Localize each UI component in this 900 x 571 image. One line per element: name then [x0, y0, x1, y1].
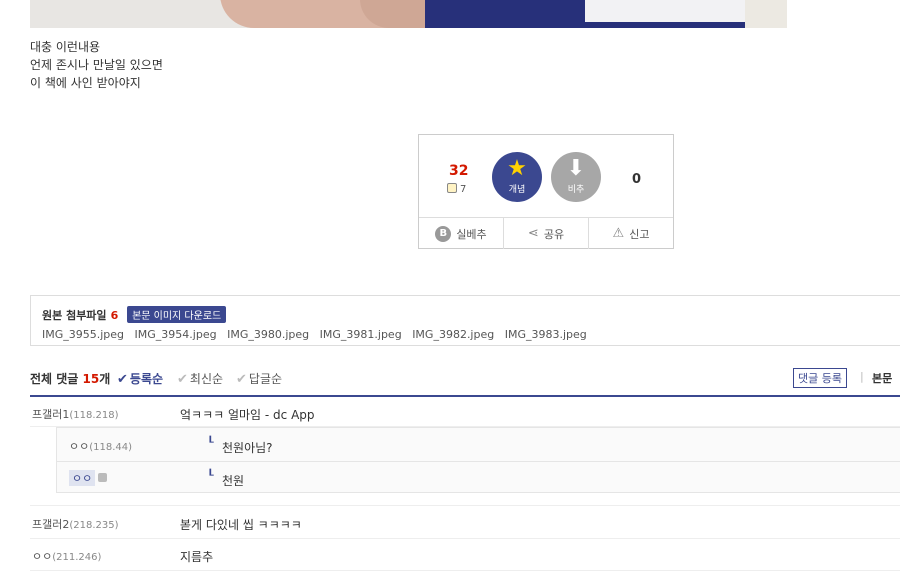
comment-total-count: 15	[82, 372, 100, 386]
sort-by-register[interactable]: ✔ 등록순	[117, 370, 163, 387]
comment-row: 프갤러2(218.235) 볻게 다있네 씹 ㅋㅋㅋㅋ	[30, 505, 900, 539]
comment-header: 전체 댓글 15개 ✔ 등록순 ✔ 최신순 ✔ 답글순 댓글 등록 | 본문	[30, 368, 900, 397]
reply-nick: ㅇㅇ	[69, 440, 90, 453]
check-icon: ✔	[177, 372, 188, 387]
comment-author[interactable]: ㅇㅇ(211.246)	[32, 548, 101, 564]
best-recommend-label: 실베추	[456, 227, 487, 241]
go-to-body-link[interactable]: 본문	[872, 370, 892, 386]
reply-row: ㅇㅇ(118.44) ┖ 천원아님?	[57, 428, 900, 462]
siren-icon: ⚠	[612, 226, 625, 241]
attachment-file-link[interactable]: IMG_3981.jpeg	[320, 328, 402, 341]
upvote-count: 32	[449, 163, 469, 179]
sort-by-latest[interactable]: ✔ 최신순	[177, 370, 223, 387]
reply-list: ㅇㅇ(118.44) ┖ 천원아님? ㅇㅇ ┖ 천원	[56, 427, 900, 493]
best-recommend-button[interactable]: B 실베추	[419, 218, 504, 249]
arrow-down-icon: ⬇	[566, 156, 586, 181]
sort-replies-label: 답글순	[248, 372, 283, 386]
gallog-icon[interactable]	[98, 473, 107, 482]
reply-text: 천원아님?	[222, 441, 273, 455]
comment-nick: ㅇㅇ	[32, 550, 53, 563]
fixed-upvote-count: 7	[447, 183, 466, 195]
comment-total: 전체 댓글 15개	[30, 370, 110, 387]
attachment-file-link[interactable]: IMG_3954.jpeg	[135, 328, 217, 341]
comment-register-button[interactable]: 댓글 등록	[793, 368, 847, 388]
downvote-button[interactable]: ⬇ 비추	[551, 152, 601, 202]
reply-row: ㅇㅇ ┖ 천원	[57, 461, 900, 494]
post-body-line: 언제 존시나 만날일 있으면	[30, 58, 163, 72]
comment-nick: 프갤러2	[32, 518, 70, 531]
sort-latest-label: 최신순	[189, 372, 224, 386]
check-icon: ✔	[236, 372, 247, 387]
attachment-file-link[interactable]: IMG_3982.jpeg	[412, 328, 494, 341]
comment-row: ㅇㅇ(211.246) 지름추	[30, 538, 900, 571]
attachment-box: 원본 첨부파일 6 본문 이미지 다운로드 IMG_3955.jpeg IMG_3…	[30, 295, 900, 346]
report-button[interactable]: ⚠ 신고	[589, 218, 673, 249]
vote-box: 32 7 ★ 개념 ⬇ 비추 0 B 실베추 ⋖ 공유 ⚠ 신고	[418, 134, 674, 249]
comment-ip: (211.246)	[52, 552, 102, 563]
comment-nick: 프갤러1	[32, 408, 70, 421]
comment-row: 프갤러1(118.218) 엌ㅋㅋㅋ 얼마임 - dc App	[30, 398, 900, 427]
attachment-file-link[interactable]: IMG_3983.jpeg	[505, 328, 587, 341]
share-button[interactable]: ⋖ 공유	[504, 218, 589, 249]
attachment-title: 원본 첨부파일	[42, 309, 107, 322]
sort-register-label: 등록순	[129, 372, 164, 386]
reply-arrow-icon: ┖	[207, 436, 214, 449]
comment-author[interactable]: 프갤러1(118.218)	[32, 406, 119, 422]
comment-total-label: 전체 댓글	[30, 372, 79, 386]
comment-text: 엌ㅋㅋㅋ 얼마임 - dc App	[180, 408, 315, 422]
sort-by-replies[interactable]: ✔ 답글순	[236, 370, 282, 387]
post-body-line: 이 책에 사인 받아야지	[30, 76, 141, 90]
reply-author[interactable]: ㅇㅇ	[69, 470, 96, 486]
comment-total-unit: 개	[99, 372, 111, 386]
attachment-file-link[interactable]: IMG_3955.jpeg	[42, 328, 124, 341]
check-icon: ✔	[117, 372, 128, 387]
attachment-count: 6	[110, 309, 119, 322]
divider: |	[860, 370, 864, 383]
share-label: 공유	[543, 227, 565, 241]
comment-author[interactable]: 프갤러2(218.235)	[32, 516, 119, 532]
report-label: 신고	[629, 227, 650, 241]
share-icon: ⋖	[527, 226, 539, 241]
attachment-file-link[interactable]: IMG_3980.jpeg	[227, 328, 309, 341]
reply-text: 천원	[222, 474, 245, 488]
post-body-line: 대충 이런내용	[30, 40, 101, 54]
upvote-button[interactable]: ★ 개념	[492, 152, 542, 202]
comment-ip: (218.235)	[69, 520, 119, 531]
downvote-count: 0	[632, 172, 642, 187]
upvote-label: 개념	[508, 185, 526, 195]
comment-text: 지름추	[180, 550, 214, 564]
comment-text: 볻게 다있네 씹 ㅋㅋㅋㅋ	[180, 518, 302, 532]
best-icon: B	[435, 225, 452, 242]
fixed-user-icon	[447, 183, 457, 193]
post-body: 대충 이런내용 언제 존시나 만날일 있으면 이 책에 사인 받아야지	[30, 38, 163, 92]
post-image	[30, 0, 787, 28]
reply-author[interactable]: ㅇㅇ(118.44)	[69, 438, 132, 454]
comment-ip: (118.218)	[69, 410, 119, 421]
fixed-upvote-number: 7	[460, 184, 467, 195]
star-icon: ★	[507, 156, 527, 181]
image-download-button[interactable]: 본문 이미지 다운로드	[127, 306, 227, 323]
downvote-label: 비추	[567, 185, 585, 195]
reply-ip: (118.44)	[89, 442, 133, 453]
reply-arrow-icon: ┖	[207, 469, 214, 482]
